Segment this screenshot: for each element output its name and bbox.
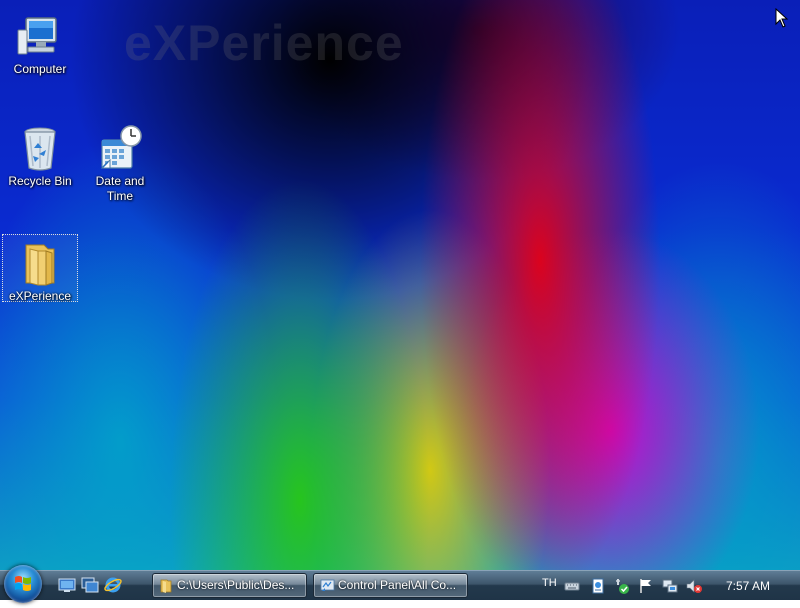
network-icon[interactable] (662, 578, 678, 594)
computer-icon (17, 17, 57, 55)
windows-logo-icon (15, 576, 31, 591)
language-indicator[interactable]: TH (542, 577, 557, 589)
taskbar-button-label: C:\Users\Public\Des... (177, 578, 295, 592)
system-tray: TH 7:57 AM (530, 571, 800, 601)
folder-icon (160, 579, 172, 593)
desktop-icon-date-and-time[interactable]: Date and Time (82, 120, 158, 206)
taskbar-button-label: Control Panel\All Co... (338, 578, 457, 592)
mouse-cursor-icon (775, 8, 789, 28)
clock[interactable]: 7:57 AM (726, 571, 770, 601)
volume-muted-icon[interactable] (686, 578, 702, 594)
desktop-icon-experience-folder[interactable]: eXPerience (2, 234, 78, 303)
desktop-icon-label: Recycle Bin (8, 174, 72, 188)
document-icon[interactable] (590, 578, 606, 594)
taskbar-button-control-panel[interactable]: Control Panel\All Co... (313, 573, 468, 598)
keyboard-icon[interactable] (564, 578, 580, 594)
desktop-icon-label: Computer (13, 62, 67, 76)
switch-windows-icon[interactable] (81, 576, 99, 594)
show-desktop-icon[interactable] (58, 576, 76, 594)
folder-icon (25, 244, 55, 286)
date-time-icon (100, 125, 142, 169)
recycle-bin-icon (24, 127, 56, 171)
start-button[interactable] (4, 565, 42, 603)
flag-icon[interactable] (638, 578, 654, 594)
desktop-icon-recycle-bin[interactable]: Recycle Bin (2, 120, 78, 191)
desktop-icon-computer[interactable]: Computer (2, 8, 78, 79)
desktop-icon-label: Date and Time (95, 174, 145, 203)
taskbar-button-explorer[interactable]: C:\Users\Public\Des... (152, 573, 307, 598)
desktop[interactable]: eXPerience Computer Recycle Bin Date and… (0, 0, 800, 570)
internet-explorer-icon[interactable] (104, 576, 122, 594)
taskbar: C:\Users\Public\Des... Control Panel\All… (0, 565, 800, 603)
desktop-icon-label: eXPerience (8, 289, 72, 303)
control-panel-icon (320, 579, 335, 591)
wallpaper-watermark: eXPerience (124, 15, 404, 71)
security-icon[interactable] (614, 578, 630, 594)
